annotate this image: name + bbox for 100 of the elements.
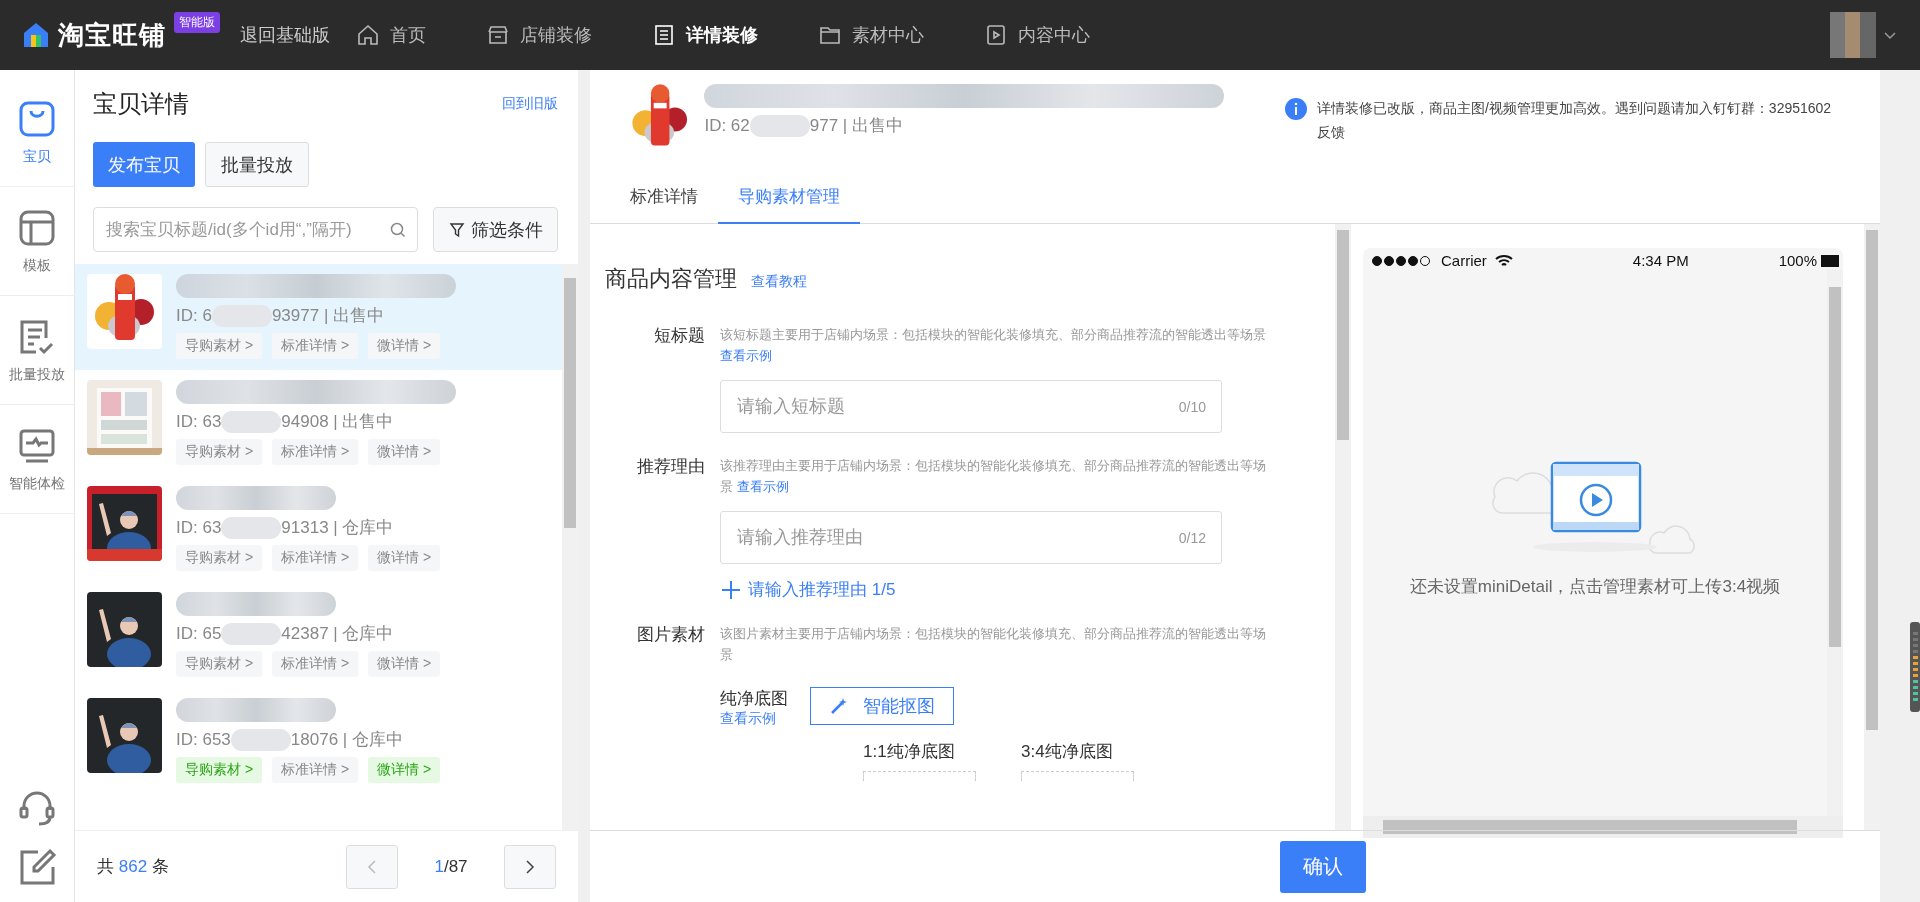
id-status-text: 977 | 出售中 (809, 115, 903, 137)
home-icon (356, 23, 380, 47)
tag-link[interactable]: 微详情 > (368, 757, 441, 783)
id-text: ID: 6 (176, 305, 212, 326)
tag-link[interactable]: 导购素材 > (176, 439, 263, 465)
scrollbar[interactable] (1827, 269, 1843, 816)
tag-link[interactable]: 导购素材 > (176, 757, 263, 783)
feedback-link[interactable]: 反馈 (1316, 122, 1832, 142)
tag-link[interactable]: 微详情 > (368, 651, 441, 677)
battery-text: 100% (1778, 252, 1817, 269)
filter-icon (448, 221, 465, 238)
batch-button[interactable]: 批量投放 (205, 142, 309, 187)
nav-item[interactable]: 首页 (356, 23, 426, 47)
tag-link[interactable]: 标准详情 > (272, 333, 359, 359)
tag-link[interactable]: 微详情 > (368, 439, 441, 465)
page-indicator: 1/87 (433, 856, 469, 877)
tag-link[interactable]: 标准详情 > (272, 439, 359, 465)
search-field[interactable]: 搜索宝贝标题/id(多个id用“,”隔开) (93, 207, 418, 252)
image-slot[interactable] (863, 771, 976, 781)
redaction-blur (221, 516, 282, 539)
tag-link[interactable]: 导购素材 > (176, 333, 263, 359)
id-text: ID: 65 (176, 623, 222, 644)
old-version-link[interactable]: 回到旧版 (502, 95, 558, 113)
tutorial-link[interactable]: 查看教程 (751, 273, 807, 291)
add-reason-link[interactable]: 请输入推荐理由 1/5 (720, 578, 1270, 601)
id-status-text: 42387 | 仓库中 (281, 623, 394, 645)
slot-label: 1:1纯净底图 (863, 741, 956, 763)
empty-state-text: 还未设置miniDetail，点击管理素材可上传3:4视频 (1409, 576, 1781, 598)
field-label: 图片素材 (636, 624, 705, 646)
nav-item[interactable]: 店铺装修 (486, 23, 592, 47)
rail-item[interactable]: 智能体检 (0, 417, 75, 514)
section-title: 商品内容管理 (605, 265, 737, 293)
next-page-button[interactable] (504, 844, 556, 889)
id-text: ID: 653 (176, 729, 231, 750)
redaction-blur (221, 622, 282, 645)
back-link[interactable]: 退回基础版 (240, 23, 330, 47)
sub-label: 纯净底图 (720, 688, 788, 710)
field-hint: 该图片素材主要用于店铺内场景：包括模块的智能化装修填充、部分商品推荐流的智能透出等场景 (720, 625, 1267, 664)
scrollbar[interactable] (562, 264, 578, 830)
slot-label: 3:4纯净底图 (1021, 741, 1114, 763)
tab[interactable]: 导购素材管理 (718, 175, 860, 224)
battery-icon (1821, 254, 1839, 267)
video-icon (984, 23, 1008, 47)
signal-icon (1371, 254, 1433, 267)
clock-text: 4:34 PM (1632, 252, 1689, 269)
redaction-blur (749, 114, 810, 137)
store-icon (486, 23, 510, 47)
nav-item[interactable]: 详情装修 (652, 23, 758, 47)
tab[interactable]: 标准详情 (610, 175, 718, 224)
tag-link[interactable]: 标准详情 > (272, 757, 359, 783)
tag-link[interactable]: 微详情 > (368, 545, 441, 571)
char-counter: 0/12 (1178, 529, 1206, 546)
search-icon[interactable] (390, 221, 406, 238)
tag-link[interactable]: 标准详情 > (272, 545, 359, 571)
nav-item[interactable]: 素材中心 (818, 23, 924, 47)
rail-item[interactable]: 宝贝 (0, 90, 75, 187)
info-icon (1284, 98, 1307, 120)
field-hint: 该短标题主要用于店铺内场景：包括模块的智能化装修填充、部分商品推荐流的智能透出等场景 查看示例 (720, 326, 1267, 365)
carrier-text: Carrier (1441, 252, 1487, 269)
confirm-button[interactable]: 确认 (1280, 840, 1366, 893)
id-text: ID: 63 (176, 517, 222, 538)
field-label: 短标题 (653, 325, 705, 347)
document-icon (652, 23, 676, 47)
nav-item[interactable]: 内容中心 (984, 23, 1090, 47)
panel-title: 宝贝详情 (93, 89, 189, 119)
id-status-text: 93977 | 出售中 (271, 305, 385, 327)
tag-link[interactable]: 导购素材 > (176, 651, 263, 677)
id-text: ID: 62 (704, 115, 750, 136)
rail-item[interactable]: 模板 (0, 199, 75, 296)
notice-text: 详情装修已改版，商品主图/视频管理更加高效。遇到问题请加入钉钉群：32951602 (1316, 99, 1832, 118)
redaction-blur (221, 410, 282, 433)
tag-link[interactable]: 导购素材 > (176, 545, 263, 571)
id-status-text: 91313 | 仓库中 (281, 517, 394, 539)
tag-link[interactable]: 微详情 > (368, 333, 441, 359)
logo-icon (22, 21, 50, 49)
avatar[interactable] (1830, 12, 1876, 58)
field-hint: 该推荐理由主要用于店铺内场景：包括模块的智能化装修填充、部分商品推荐流的智能透出等场景 查看示例 (720, 457, 1267, 496)
example-link[interactable]: 查看示例 (736, 479, 789, 494)
wifi-icon (1494, 253, 1513, 268)
id-status-text: 94908 | 出售中 (281, 411, 394, 433)
chevron-left-icon (366, 858, 378, 875)
image-slot[interactable] (1021, 771, 1134, 781)
scrollbar[interactable] (1335, 224, 1351, 830)
logo-text: 淘宝旺铺 (58, 18, 166, 52)
magic-wand-icon (829, 696, 849, 716)
char-counter: 0/10 (1178, 398, 1206, 415)
example-link[interactable]: 查看示例 (720, 710, 788, 728)
horizontal-scrollbar[interactable] (1363, 816, 1843, 838)
total-count: 共 862 条 (97, 856, 169, 878)
id-status-text: 18076 | 仓库中 (290, 729, 403, 751)
rail-item[interactable]: 批量投放 (0, 308, 75, 405)
filter-button[interactable]: 筛选条件 (433, 207, 558, 252)
publish-button[interactable]: 发布宝贝 (93, 142, 195, 187)
scrollbar[interactable] (1864, 224, 1880, 830)
field-label: 推荐理由 (636, 456, 705, 478)
example-link[interactable]: 查看示例 (720, 348, 772, 363)
cutout-button[interactable]: 智能抠图 (810, 687, 954, 725)
product-row[interactable]: ID: 6 93977 | 出售中 导购素材 > 标准详情 > 微详情 > (75, 264, 562, 370)
level-meter-icon (1910, 622, 1920, 712)
tag-link[interactable]: 标准详情 > (272, 651, 359, 677)
